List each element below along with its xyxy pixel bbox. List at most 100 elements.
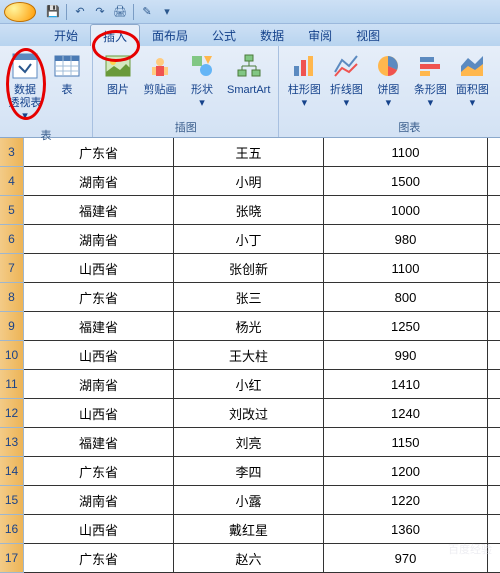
cell[interactable]: 山西省 (24, 515, 174, 543)
row-header[interactable]: 10 (0, 341, 23, 370)
area-chart-button[interactable]: 面积图▾ (451, 48, 493, 112)
cell[interactable] (488, 428, 498, 456)
cell[interactable]: 广东省 (24, 283, 174, 311)
cell[interactable]: 湖南省 (24, 225, 174, 253)
qat-more-icon[interactable]: ▾ (158, 3, 176, 21)
cell[interactable]: 福建省 (24, 312, 174, 340)
cell[interactable]: 湖南省 (24, 370, 174, 398)
row-header[interactable]: 14 (0, 457, 23, 486)
office-button[interactable] (4, 2, 36, 22)
cell[interactable] (488, 167, 498, 195)
cell[interactable]: 刘亮 (174, 428, 324, 456)
grid[interactable]: 广东省王五1100湖南省小明1500福建省张晓1000湖南省小丁980山西省张创… (24, 138, 500, 573)
cell[interactable]: 福建省 (24, 428, 174, 456)
cell[interactable]: 戴红星 (174, 515, 324, 543)
cell[interactable] (488, 486, 498, 514)
tab-view[interactable]: 视图 (344, 24, 392, 46)
cell[interactable] (488, 138, 498, 166)
cell[interactable] (488, 515, 498, 543)
row-header[interactable]: 16 (0, 515, 23, 544)
row-header[interactable]: 17 (0, 544, 23, 573)
clipart-button[interactable]: 剪贴画 (139, 48, 181, 99)
cell[interactable]: 1200 (324, 457, 488, 485)
cell[interactable]: 1500 (324, 167, 488, 195)
line-chart-button[interactable]: 折线图▾ (325, 48, 367, 112)
shapes-button[interactable]: 形状▾ (181, 48, 223, 112)
cell[interactable]: 山西省 (24, 254, 174, 282)
cell[interactable]: 王五 (174, 138, 324, 166)
table-button[interactable]: 表 (46, 48, 88, 99)
tab-pagelayout[interactable]: 面布局 (140, 24, 200, 46)
cell[interactable]: 1360 (324, 515, 488, 543)
cell[interactable]: 980 (324, 225, 488, 253)
print-icon[interactable]: 🖨 (111, 3, 129, 21)
cell[interactable]: 福建省 (24, 196, 174, 224)
row-header[interactable]: 8 (0, 283, 23, 312)
cell[interactable]: 800 (324, 283, 488, 311)
cell[interactable] (488, 283, 498, 311)
cell[interactable] (488, 399, 498, 427)
cell[interactable]: 广东省 (24, 544, 174, 572)
cell[interactable]: 1240 (324, 399, 488, 427)
cell[interactable]: 湖南省 (24, 486, 174, 514)
undo-icon[interactable]: ↶ (71, 3, 89, 21)
row-header[interactable]: 9 (0, 312, 23, 341)
pivot-table-button[interactable]: 数据 透视表 ▾ (4, 48, 46, 125)
tab-home[interactable]: 开始 (42, 24, 90, 46)
row-header[interactable]: 7 (0, 254, 23, 283)
tab-formulas[interactable]: 公式 (200, 24, 248, 46)
row-header[interactable]: 13 (0, 428, 23, 457)
cell[interactable] (488, 457, 498, 485)
cell[interactable] (488, 225, 498, 253)
cell[interactable]: 张创新 (174, 254, 324, 282)
cell[interactable]: 990 (324, 341, 488, 369)
bar-chart-button[interactable]: 条形图▾ (409, 48, 451, 112)
cell[interactable]: 1410 (324, 370, 488, 398)
row-header[interactable]: 4 (0, 167, 23, 196)
save-icon[interactable]: 💾 (44, 3, 62, 21)
cell[interactable]: 1000 (324, 196, 488, 224)
cell[interactable]: 李四 (174, 457, 324, 485)
smartart-button[interactable]: SmartArt (223, 48, 274, 99)
cell[interactable]: 小明 (174, 167, 324, 195)
cell[interactable]: 王大柱 (174, 341, 324, 369)
cell[interactable] (488, 196, 498, 224)
cell[interactable]: 1250 (324, 312, 488, 340)
redo-icon[interactable]: ↷ (91, 3, 109, 21)
tab-review[interactable]: 审阅 (296, 24, 344, 46)
cell[interactable]: 1150 (324, 428, 488, 456)
row-header[interactable]: 6 (0, 225, 23, 254)
cell[interactable]: 广东省 (24, 457, 174, 485)
brush-icon[interactable]: ✎ (138, 3, 156, 21)
row-header[interactable]: 12 (0, 399, 23, 428)
cell[interactable]: 1100 (324, 138, 488, 166)
row-header[interactable]: 11 (0, 370, 23, 399)
row-header[interactable]: 5 (0, 196, 23, 225)
cell[interactable]: 张三 (174, 283, 324, 311)
scatter-chart-button[interactable]: 散点 (493, 48, 500, 99)
cell[interactable] (488, 341, 498, 369)
cell[interactable]: 张晓 (174, 196, 324, 224)
tab-insert[interactable]: 插入 (90, 24, 140, 46)
pie-chart-button[interactable]: 饼图▾ (367, 48, 409, 112)
cell[interactable]: 970 (324, 544, 488, 572)
cell[interactable]: 赵六 (174, 544, 324, 572)
tab-data[interactable]: 数据 (248, 24, 296, 46)
cell[interactable]: 小露 (174, 486, 324, 514)
cell[interactable]: 小丁 (174, 225, 324, 253)
row-header[interactable]: 15 (0, 486, 23, 515)
cell[interactable]: 杨光 (174, 312, 324, 340)
cell[interactable]: 山西省 (24, 341, 174, 369)
cell[interactable]: 小红 (174, 370, 324, 398)
column-chart-button[interactable]: 柱形图▾ (283, 48, 325, 112)
cell[interactable]: 1220 (324, 486, 488, 514)
cell[interactable]: 山西省 (24, 399, 174, 427)
cell[interactable]: 刘改过 (174, 399, 324, 427)
cell[interactable] (488, 312, 498, 340)
cell[interactable] (488, 254, 498, 282)
cell[interactable] (488, 544, 498, 572)
cell[interactable]: 湖南省 (24, 167, 174, 195)
cell[interactable] (488, 370, 498, 398)
picture-button[interactable]: 图片 (97, 48, 139, 99)
cell[interactable]: 1100 (324, 254, 488, 282)
